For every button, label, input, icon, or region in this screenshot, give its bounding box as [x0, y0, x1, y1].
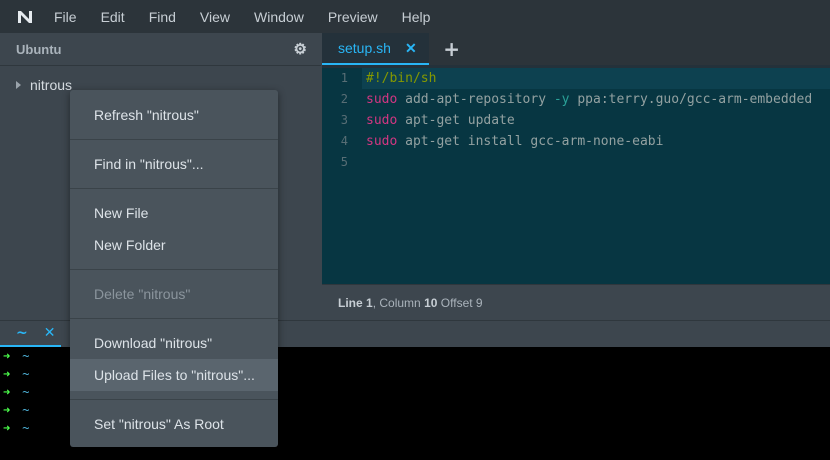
code-line[interactable]: #!/bin/sh — [362, 68, 830, 89]
prompt-cwd: ~ — [22, 421, 30, 435]
editor-status-bar: Line 1, Column 10 Offset 9 — [322, 284, 830, 321]
line-number: 2 — [340, 92, 348, 106]
code-line[interactable]: sudo apt-get update — [362, 110, 830, 131]
prompt-arrow-icon: ➜ — [3, 403, 11, 417]
code-token: #!/bin/sh — [366, 71, 437, 86]
status-line-label: Line — [338, 296, 363, 310]
menu-file[interactable]: File — [54, 9, 77, 25]
gear-icon[interactable]: ⚙ — [294, 40, 307, 58]
prompt-cwd: ~ — [22, 349, 30, 363]
nitrous-logo-icon[interactable] — [16, 8, 34, 26]
tree-item-label: nitrous — [30, 77, 73, 93]
menu-view[interactable]: View — [200, 9, 230, 25]
code-token: sudo — [366, 134, 398, 149]
menu-item-delete: Delete "nitrous" — [94, 286, 191, 302]
editor-pane: setup.sh ✕ + 1 2 3 4 5 #!/bin/sh sudo add-apt… — [322, 33, 830, 321]
prompt-arrow-icon: ➜ — [3, 367, 11, 381]
prompt-cwd: ~ — [22, 403, 30, 417]
menu-item-set-root[interactable]: Set "nitrous" As Root — [70, 408, 278, 440]
prompt-cwd: ~ — [22, 385, 30, 399]
tree-item-nitrous[interactable]: nitrous — [16, 77, 72, 93]
status-offset-value: 9 — [475, 296, 483, 310]
menu-item-refresh[interactable]: Refresh "nitrous" — [70, 99, 278, 131]
code-line[interactable]: sudo add-apt-repository -y ppa:terry.guo… — [362, 89, 830, 110]
line-number: 5 — [340, 155, 348, 169]
menu-divider — [70, 188, 278, 189]
menu-item-new-file[interactable]: New File — [70, 197, 278, 229]
prompt-arrow-icon: ➜ — [3, 349, 11, 363]
tab-terminal-home[interactable]: ~ ✕ — [0, 321, 61, 347]
add-tab-icon[interactable]: + — [429, 33, 475, 65]
tab-label: setup.sh — [338, 40, 391, 56]
menu-edit[interactable]: Edit — [101, 9, 125, 25]
menu-find[interactable]: Find — [149, 9, 176, 25]
prompt-arrow-icon: ➜ — [3, 421, 11, 435]
menu-divider — [70, 139, 278, 140]
code-token: apt-get update — [397, 113, 515, 128]
status-offset-label: Offset — [440, 296, 473, 310]
prompt-arrow-icon: ➜ — [3, 385, 11, 399]
code-token: -y — [553, 92, 570, 107]
menu-divider — [70, 318, 278, 319]
close-icon[interactable]: ✕ — [405, 40, 417, 57]
code-editor[interactable]: 1 2 3 4 5 #!/bin/sh sudo add-apt-repository -… — [322, 68, 830, 284]
menu-item-download[interactable]: Download "nitrous" — [70, 327, 278, 359]
close-icon[interactable]: ✕ — [44, 325, 56, 341]
code-lines: #!/bin/sh sudo add-apt-repository -y ppa:… — [362, 68, 830, 173]
menu-item-new-folder[interactable]: New Folder — [70, 229, 278, 261]
menu-window[interactable]: Window — [254, 9, 304, 25]
tab-setup-sh[interactable]: setup.sh ✕ — [322, 33, 429, 65]
status-line-value: 1 — [366, 296, 373, 310]
line-number: 4 — [340, 134, 348, 148]
line-number: 1 — [340, 71, 348, 85]
editor-tab-bar: setup.sh ✕ + — [322, 33, 830, 65]
status-col-label: Column — [379, 296, 421, 310]
code-token: apt-get install gcc-arm-none-eabi — [397, 134, 664, 149]
code-token: add-apt-repository — [397, 92, 554, 107]
terminal-tab-label: ~ — [16, 325, 28, 341]
line-number: 3 — [340, 113, 348, 127]
code-token: sudo — [366, 113, 398, 128]
code-line[interactable] — [362, 152, 830, 173]
code-token: sudo — [366, 92, 398, 107]
menu-divider — [70, 399, 278, 400]
code-token: ppa:terry.guo/gcc-arm-embedded — [569, 92, 813, 107]
caret-right-icon[interactable] — [16, 81, 21, 89]
menu-divider — [70, 269, 278, 270]
context-menu: Refresh "nitrous" Find in "nitrous"... N… — [70, 90, 278, 447]
menu-item-find-in[interactable]: Find in "nitrous"... — [70, 148, 278, 180]
code-line[interactable]: sudo apt-get install gcc-arm-none-eabi — [362, 131, 830, 152]
menu-help[interactable]: Help — [402, 9, 431, 25]
menu-preview[interactable]: Preview — [328, 9, 378, 25]
status-col-value: 10 — [424, 296, 438, 310]
line-number-gutter: 1 2 3 4 5 — [322, 68, 362, 284]
prompt-cwd: ~ — [22, 367, 30, 381]
menu-bar: File Edit Find View Window Preview Help — [0, 0, 830, 33]
sidebar-title: Ubuntu — [16, 41, 62, 57]
menu-item-upload[interactable]: Upload Files to "nitrous"... — [70, 359, 278, 391]
sidebar-header: Ubuntu ⚙ — [0, 33, 321, 66]
